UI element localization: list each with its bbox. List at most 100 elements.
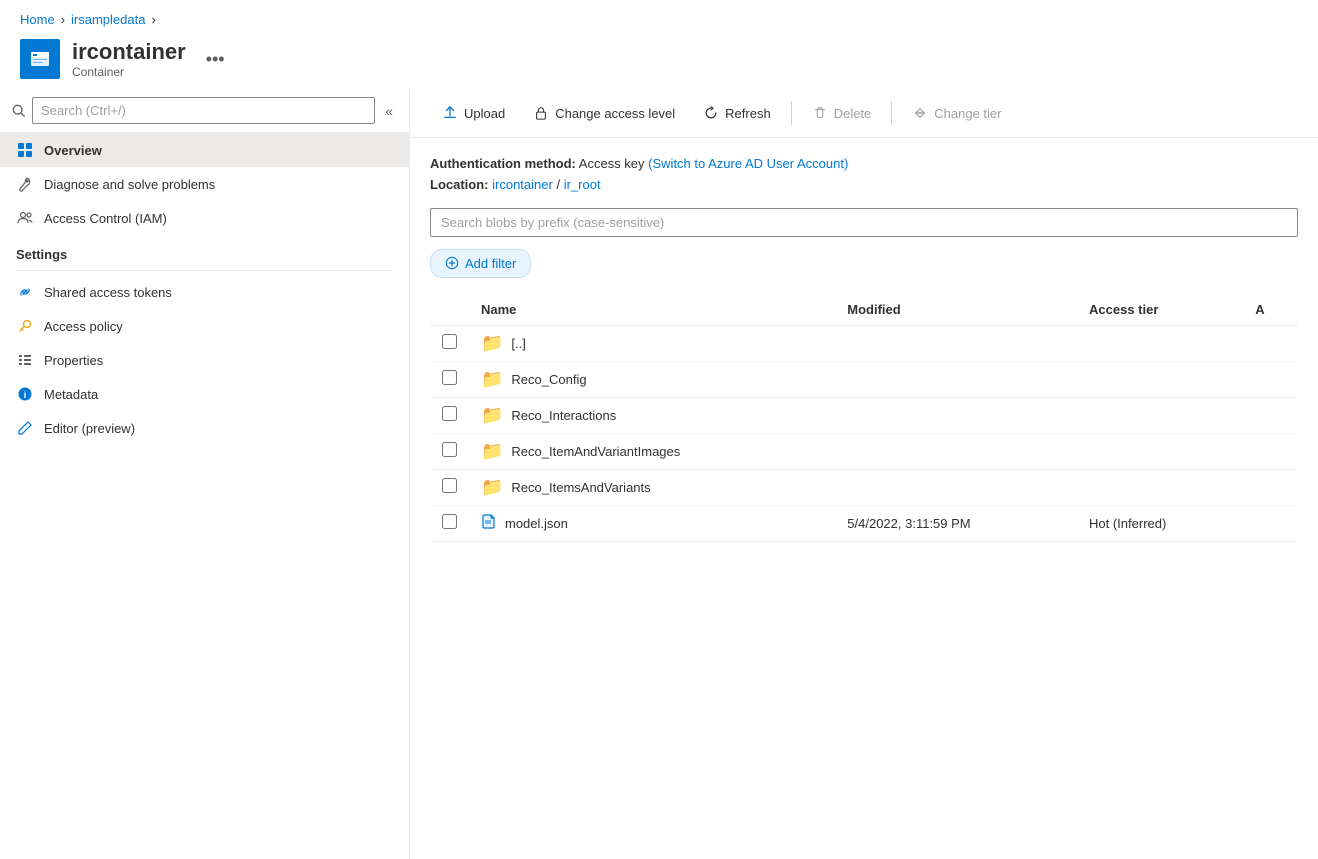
table-row[interactable]: 📁 Reco_Interactions [430, 397, 1298, 433]
settings-section-label: Settings [0, 235, 409, 268]
sidebar-item-access-control[interactable]: Access Control (IAM) [0, 201, 409, 235]
sidebar-item-properties[interactable]: Properties [0, 343, 409, 377]
row-name[interactable]: Reco_Config [511, 372, 586, 387]
cell-name: 📁 Reco_Interactions [481, 405, 823, 426]
people-icon [16, 209, 34, 227]
sidebar-search-input[interactable] [32, 97, 375, 124]
change-tier-label: Change tier [934, 106, 1001, 121]
auth-switch-link[interactable]: (Switch to Azure AD User Account) [648, 156, 848, 171]
more-options-button[interactable]: ••• [198, 45, 233, 74]
refresh-button[interactable]: Refresh [691, 99, 783, 127]
col-extra: A [1243, 294, 1298, 326]
page-subtitle: Container [72, 65, 186, 79]
sidebar-item-access-policy[interactable]: Access policy [0, 309, 409, 343]
cell-name: model.json [481, 513, 823, 534]
row-name[interactable]: Reco_ItemsAndVariants [511, 480, 650, 495]
sidebar-item-access-control-label: Access Control (IAM) [44, 211, 167, 226]
table-row[interactable]: model.json 5/4/2022, 3:11:59 PMHot (Infer… [430, 505, 1298, 541]
row-access-tier [1077, 325, 1243, 361]
row-extra [1243, 433, 1298, 469]
change-tier-button[interactable]: Change tier [900, 99, 1013, 127]
auth-info: Authentication method: Access key (Switc… [430, 154, 1298, 196]
sidebar-item-properties-label: Properties [44, 353, 103, 368]
row-modified [835, 361, 1077, 397]
change-access-button[interactable]: Change access level [521, 99, 687, 127]
sidebar-item-overview[interactable]: Overview [0, 133, 409, 167]
sidebar-item-overview-label: Overview [44, 143, 102, 158]
refresh-label: Refresh [725, 106, 771, 121]
folder-icon: 📁 [481, 441, 503, 462]
toolbar: Upload Change access level [410, 89, 1318, 138]
row-checkbox[interactable] [442, 478, 457, 493]
location-container-link[interactable]: ircontainer [492, 177, 553, 192]
sidebar-item-editor[interactable]: Editor (preview) [0, 411, 409, 445]
folder-icon: 📁 [481, 333, 503, 354]
row-modified [835, 397, 1077, 433]
sidebar: « Overview Diagnose and so [0, 89, 410, 859]
cell-name: 📁Reco_ItemsAndVariants [481, 477, 823, 498]
col-name: Name [469, 294, 835, 326]
page-header-text: ircontainer Container [72, 39, 186, 79]
svg-text:i: i [24, 390, 27, 400]
sidebar-search-bar: « [0, 89, 409, 133]
breadcrumb: Home › irsampledata › [0, 0, 1318, 35]
upload-icon [442, 105, 458, 121]
delete-button[interactable]: Delete [800, 99, 884, 127]
table-row[interactable]: 📁 Reco_Config [430, 361, 1298, 397]
row-extra [1243, 469, 1298, 505]
folder-icon: 📁 [481, 405, 503, 426]
breadcrumb-home[interactable]: Home [20, 12, 55, 27]
chain-icon [16, 283, 34, 301]
row-checkbox[interactable] [442, 334, 457, 349]
refresh-icon [703, 105, 719, 121]
sidebar-item-shared-access-label: Shared access tokens [44, 285, 172, 300]
row-checkbox[interactable] [442, 406, 457, 421]
row-name[interactable]: Reco_ItemAndVariantImages [511, 444, 680, 459]
row-extra [1243, 505, 1298, 541]
row-modified [835, 433, 1077, 469]
search-blobs-input[interactable] [430, 208, 1298, 237]
row-name[interactable]: model.json [505, 516, 568, 531]
row-checkbox[interactable] [442, 514, 457, 529]
delete-icon [812, 105, 828, 121]
table-row[interactable]: 📁Reco_ItemsAndVariants [430, 469, 1298, 505]
sidebar-item-access-policy-label: Access policy [44, 319, 123, 334]
row-access-tier: Hot (Inferred) [1077, 505, 1243, 541]
location-label: Location: [430, 177, 489, 192]
sidebar-item-diagnose-label: Diagnose and solve problems [44, 177, 215, 192]
sidebar-item-shared-access[interactable]: Shared access tokens [0, 275, 409, 309]
location-path-link[interactable]: ir_root [564, 177, 601, 192]
folder-icon: 📁 [481, 369, 503, 390]
row-access-tier [1077, 433, 1243, 469]
col-modified: Modified [835, 294, 1077, 326]
sidebar-item-diagnose[interactable]: Diagnose and solve problems [0, 167, 409, 201]
toolbar-divider-1 [791, 101, 792, 125]
row-checkbox[interactable] [442, 442, 457, 457]
file-icon [481, 513, 497, 534]
sidebar-item-metadata-label: Metadata [44, 387, 98, 402]
cell-name: 📁 Reco_ItemAndVariantImages [481, 441, 823, 462]
row-name[interactable]: Reco_Interactions [511, 408, 616, 423]
row-extra [1243, 397, 1298, 433]
row-access-tier [1077, 361, 1243, 397]
lock-icon [533, 105, 549, 121]
upload-button[interactable]: Upload [430, 99, 517, 127]
add-filter-button[interactable]: Add filter [430, 249, 531, 278]
main-content: Upload Change access level [410, 89, 1318, 859]
toolbar-divider-2 [891, 101, 892, 125]
auth-value-text: Access key [579, 156, 645, 171]
row-modified [835, 469, 1077, 505]
sidebar-item-metadata[interactable]: i Metadata [0, 377, 409, 411]
settings-divider [16, 270, 393, 271]
table-row[interactable]: 📁 [..] [430, 325, 1298, 361]
table-row[interactable]: 📁 Reco_ItemAndVariantImages [430, 433, 1298, 469]
row-modified: 5/4/2022, 3:11:59 PM [835, 505, 1077, 541]
row-extra [1243, 361, 1298, 397]
row-checkbox[interactable] [442, 370, 457, 385]
row-name[interactable]: [..] [511, 336, 525, 351]
breadcrumb-parent[interactable]: irsampledata [71, 12, 145, 27]
breadcrumb-sep2: › [151, 12, 155, 27]
sidebar-collapse-button[interactable]: « [381, 99, 397, 123]
auth-method-label: Authentication method: [430, 156, 576, 171]
info-icon: i [16, 385, 34, 403]
